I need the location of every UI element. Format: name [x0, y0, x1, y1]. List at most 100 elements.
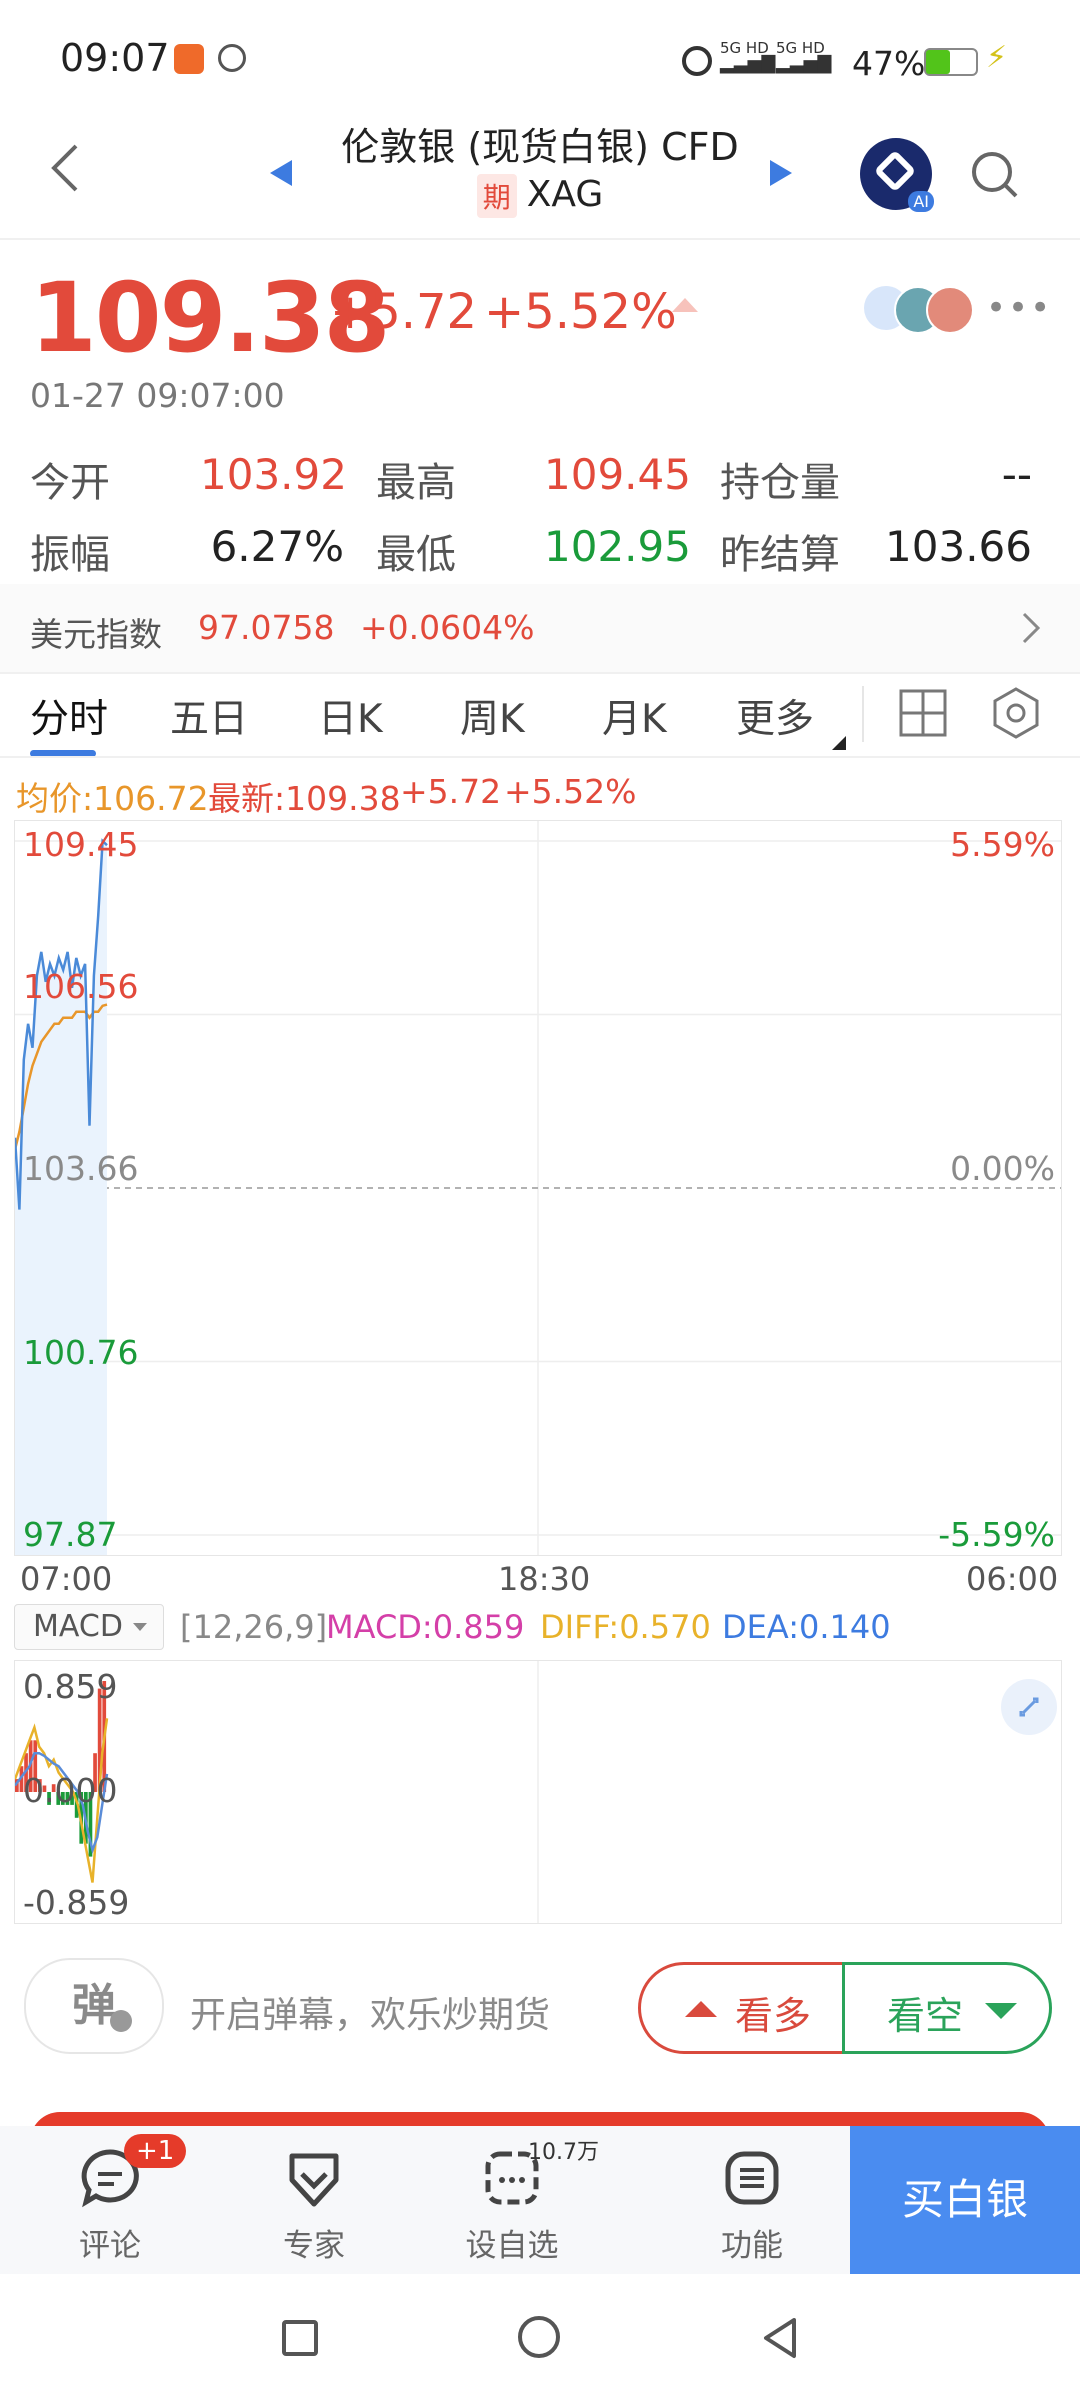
- macd-chart-svg: [15, 1661, 539, 1923]
- back-nav-button[interactable]: [760, 2316, 800, 2360]
- tab-daily-k[interactable]: 日K: [318, 688, 383, 744]
- nav-expert-label: 专家: [283, 2228, 345, 2264]
- prev-settle-label: 昨结算: [720, 532, 840, 578]
- usd-index-label: 美元指数: [30, 615, 162, 654]
- grid-layout-icon[interactable]: [898, 688, 948, 738]
- y-pct-label: 5.59%: [950, 825, 1055, 864]
- intraday-chart[interactable]: 109.45 106.56 103.66 100.76 97.87 5.59% …: [14, 820, 1062, 1556]
- high-label: 最高: [376, 460, 456, 506]
- macd-tick-label: -0.859: [23, 1883, 130, 1922]
- system-nav-bar: [0, 2276, 1080, 2408]
- up-arrow-icon: [685, 2001, 717, 2017]
- dropdown-corner-icon: [832, 736, 846, 750]
- bear-button[interactable]: 看空: [842, 1962, 1052, 2054]
- tab-five-day[interactable]: 五日: [170, 688, 248, 744]
- menu-icon: [725, 2151, 779, 2205]
- y-tick-label: 106.56: [23, 967, 139, 1006]
- expand-button[interactable]: [1001, 1679, 1057, 1735]
- charging-icon: ⚡: [986, 40, 1008, 75]
- app-notification-icon: [174, 44, 204, 74]
- ai-logo-icon: [873, 149, 917, 193]
- signal-bars-icon: ▂▃▅▇: [720, 53, 776, 74]
- y-tick-label: 97.87: [23, 1515, 118, 1554]
- dea-value: DEA:0.140: [722, 1608, 891, 1646]
- triangle-right-icon: [770, 160, 792, 186]
- futures-tag: 期: [476, 174, 517, 218]
- x-tick-label: 06:00: [966, 1560, 1059, 1598]
- nav-functions[interactable]: 功能: [682, 2146, 822, 2265]
- divider: [0, 238, 1080, 240]
- danmu-off-icon: [110, 2010, 132, 2032]
- price-area: [15, 841, 107, 1555]
- macd-params: [12,26,9]: [180, 1608, 328, 1646]
- danmu-toggle-button[interactable]: 弹: [24, 1958, 164, 2054]
- watchlist-count: 10.7万: [528, 2140, 599, 2165]
- avatar: [926, 286, 974, 334]
- tab-weekly-k[interactable]: 周K: [460, 688, 525, 744]
- battery-icon: [924, 48, 978, 76]
- indicator-select[interactable]: MACD: [14, 1604, 164, 1650]
- macd-chart[interactable]: 0.859 0.000 -0.859: [14, 1660, 1062, 1924]
- latest-price-legend: 最新:109.38: [208, 779, 401, 818]
- settings-icon[interactable]: [990, 686, 1042, 740]
- low-value: 102.95: [544, 522, 691, 571]
- tab-monthly-k[interactable]: 月K: [602, 688, 667, 744]
- danmu-prompt[interactable]: 开启弹幕，欢乐炒期货: [190, 1986, 550, 2038]
- amplitude-label: 振幅: [30, 532, 110, 578]
- indicator-name: MACD: [33, 1609, 123, 1644]
- tab-more[interactable]: 更多: [736, 688, 814, 744]
- x-tick-label: 07:00: [20, 1560, 113, 1598]
- recent-apps-button[interactable]: [282, 2320, 318, 2356]
- expert-icon: [289, 2153, 339, 2207]
- divider: [0, 756, 1080, 758]
- open-interest-value: --: [1001, 450, 1032, 499]
- more-options-icon[interactable]: •••: [986, 288, 1052, 328]
- app-notification-icon: [218, 44, 246, 72]
- up-arrow-icon: [672, 298, 698, 312]
- usd-index-row[interactable]: 美元指数 97.0758 +0.0604%: [0, 584, 1080, 672]
- price-change-pct: +5.52%: [484, 284, 677, 340]
- macd-tick-label: 0.859: [23, 1667, 118, 1706]
- search-button[interactable]: [968, 148, 1024, 208]
- amplitude-value: 6.27%: [210, 522, 344, 571]
- chevron-down-icon: [133, 1623, 147, 1631]
- y-pct-label: -5.59%: [938, 1515, 1055, 1554]
- y-pct-label: 0.00%: [950, 1149, 1055, 1188]
- y-tick-label: 109.45: [23, 825, 139, 864]
- open-interest-label: 持仓量: [720, 460, 840, 506]
- change-pct-legend: +5.52%: [504, 772, 637, 811]
- usd-index-change: +0.0604%: [360, 608, 535, 647]
- search-icon: [972, 152, 1018, 198]
- prev-settle-value: 103.66: [885, 522, 1032, 571]
- bull-button[interactable]: 看多: [638, 1962, 848, 2054]
- bull-label: 看多: [735, 1994, 812, 2038]
- low-label: 最低: [376, 532, 456, 578]
- header: 伦敦银 (现货白银) CFD 期 XAG AI: [0, 100, 1080, 240]
- quote-time: 01-27 09:07:00: [30, 376, 285, 415]
- status-time: 09:07: [60, 36, 170, 80]
- avg-price-legend: 均价:106.72: [16, 779, 209, 818]
- x-tick-label: 18:30: [498, 1560, 591, 1598]
- diff-value: DIFF:0.570: [540, 1608, 711, 1646]
- comment-badge: +1: [124, 2134, 187, 2168]
- nav-expert[interactable]: 专家: [244, 2146, 384, 2265]
- buy-silver-button[interactable]: 买白银: [850, 2126, 1080, 2274]
- next-symbol-button[interactable]: [768, 158, 794, 192]
- high-value: 109.45: [544, 450, 691, 499]
- home-button[interactable]: [518, 2316, 560, 2358]
- nav-comment-label: 评论: [79, 2228, 141, 2264]
- social-avatars[interactable]: [864, 286, 974, 334]
- tab-intraday[interactable]: 分时: [30, 688, 108, 744]
- tab-separator: [862, 686, 864, 742]
- signal-2: 5G HD ▂▃▅▇: [776, 40, 831, 73]
- ai-assistant-button[interactable]: AI: [860, 138, 934, 212]
- chevron-right-icon: [1022, 612, 1041, 644]
- battery-percent: 47%: [852, 44, 926, 83]
- nav-watchlist-label: 设自选: [465, 2228, 559, 2264]
- y-tick-label: 103.66: [23, 1149, 139, 1188]
- bear-label: 看空: [887, 1994, 964, 2038]
- expand-icon: [1019, 1697, 1039, 1717]
- signal-1: 5G HD ▂▃▅▇: [720, 40, 776, 74]
- open-label: 今开: [30, 460, 110, 506]
- down-arrow-icon: [985, 2003, 1017, 2019]
